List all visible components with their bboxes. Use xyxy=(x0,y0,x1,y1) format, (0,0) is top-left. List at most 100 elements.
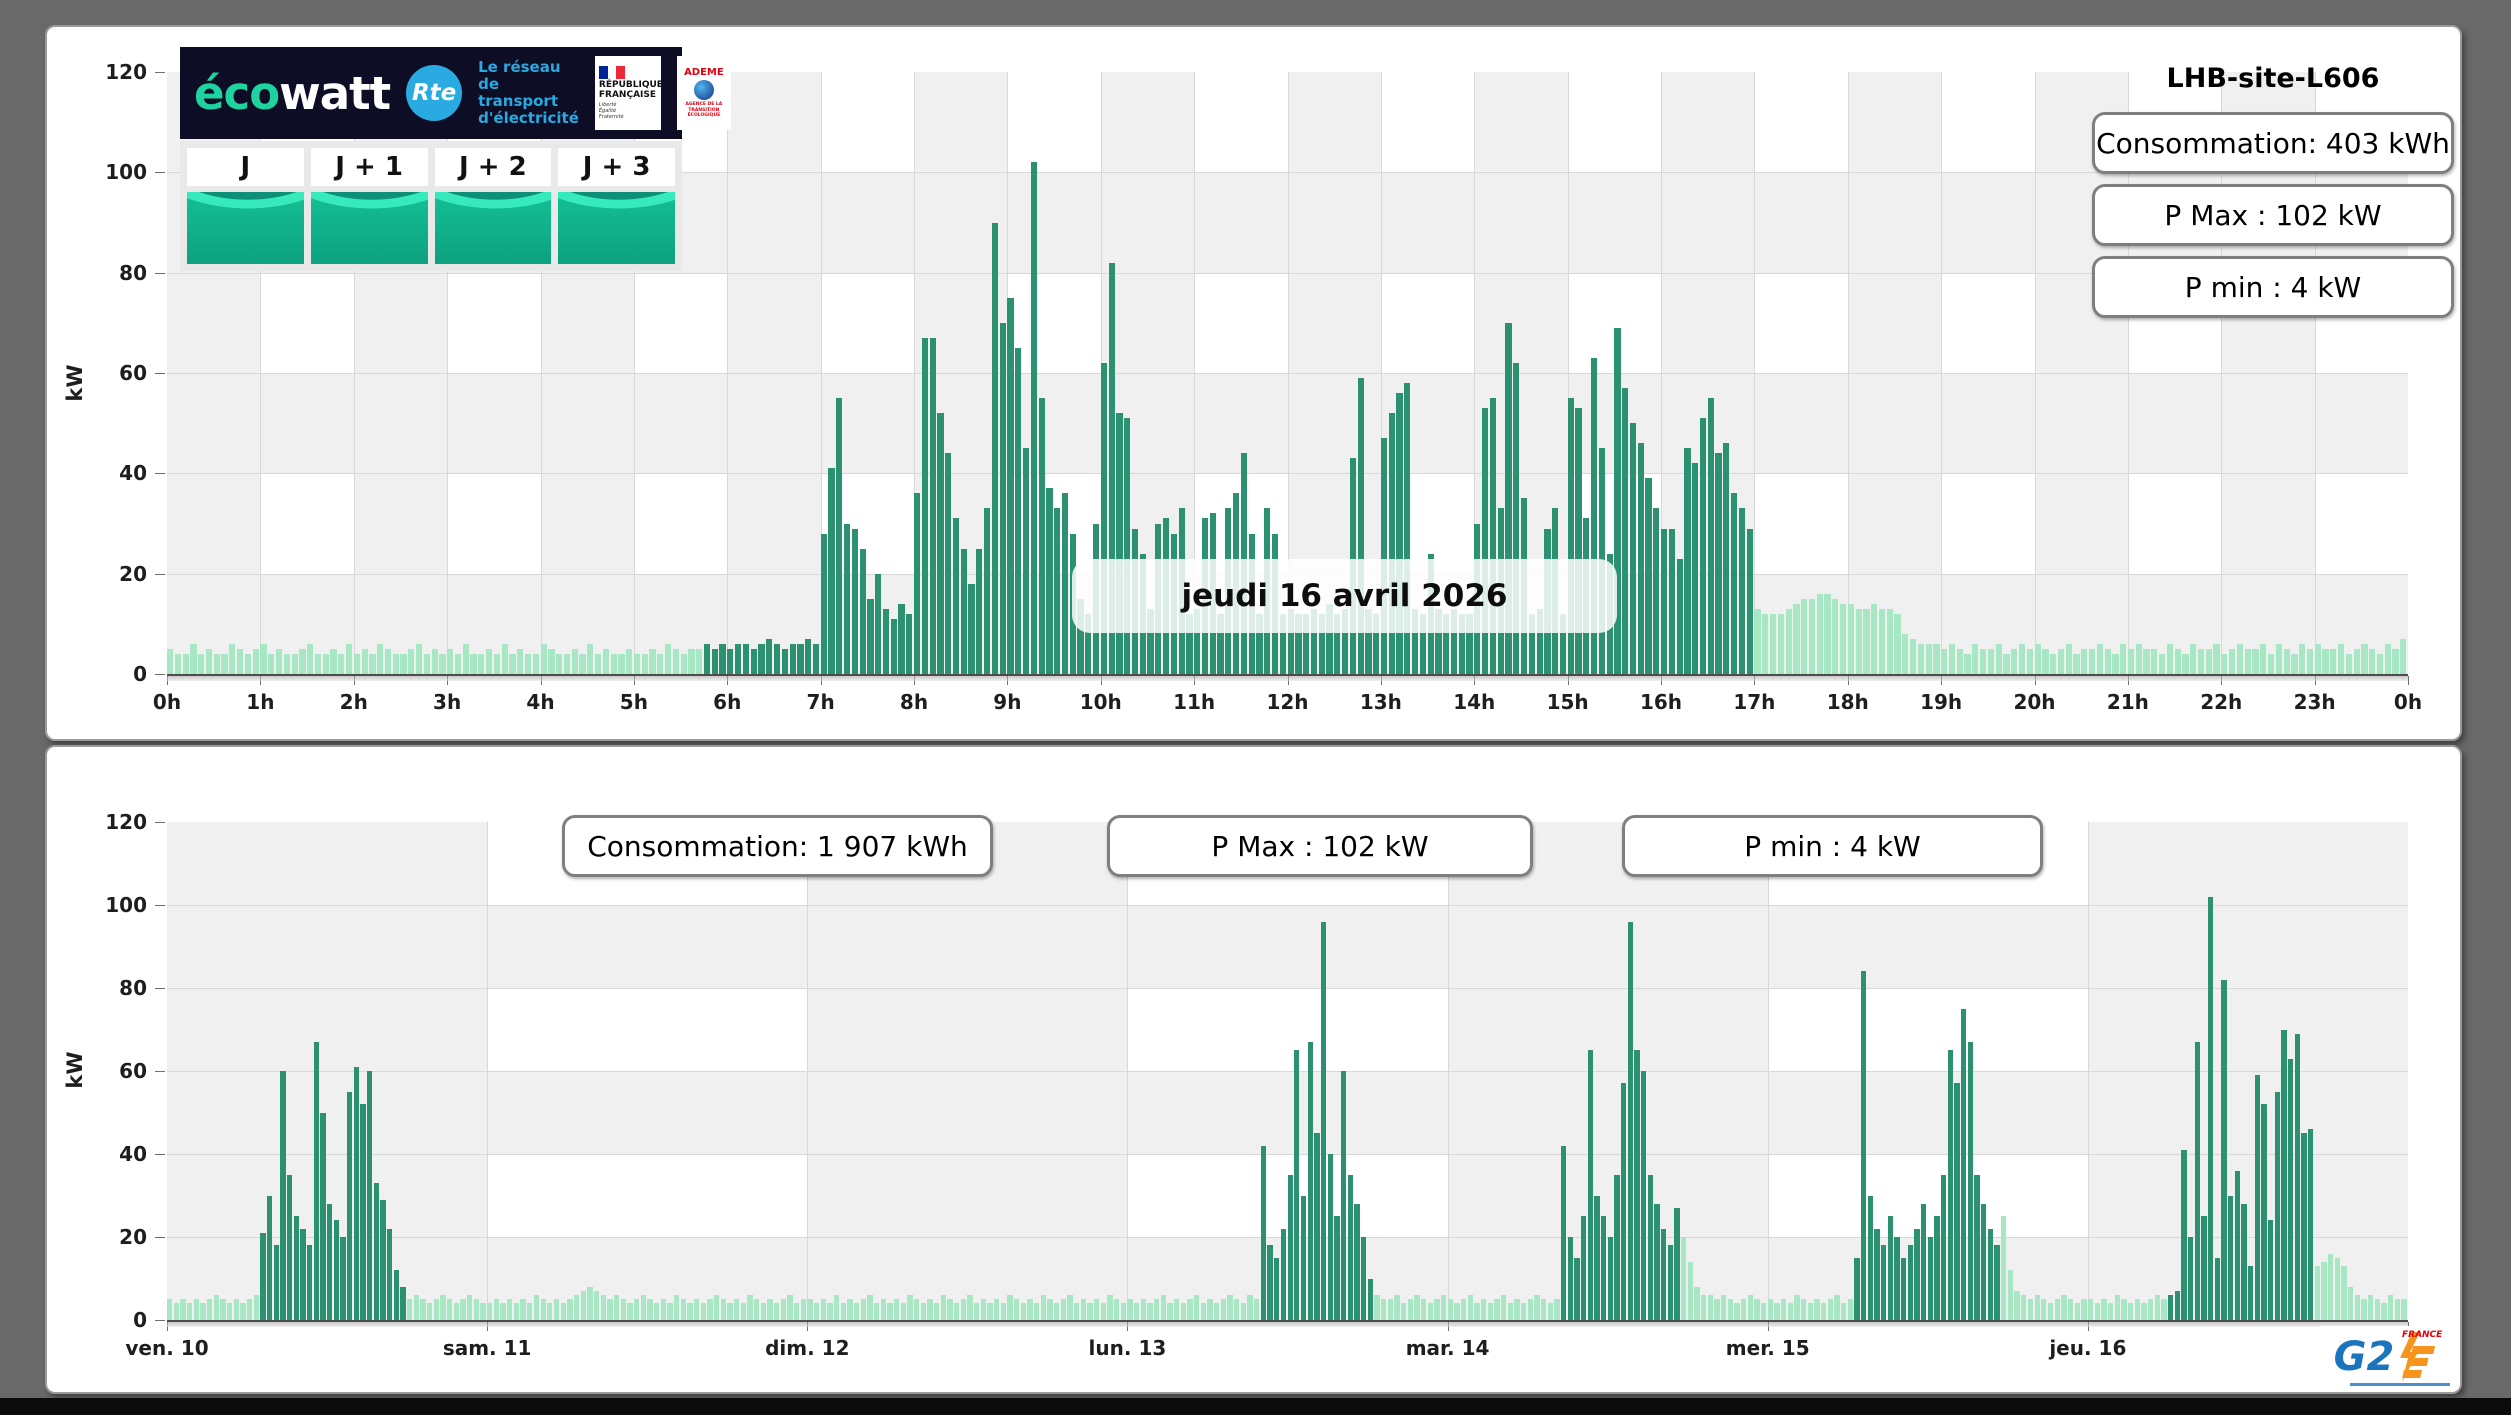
bar[interactable] xyxy=(227,1303,233,1320)
bar[interactable] xyxy=(2254,1075,2260,1320)
bar[interactable] xyxy=(1681,1237,1687,1320)
bar[interactable] xyxy=(433,1299,440,1320)
bar[interactable] xyxy=(579,653,586,674)
bar[interactable] xyxy=(707,1299,713,1320)
bar[interactable] xyxy=(1074,1303,1080,1320)
bar[interactable] xyxy=(1754,608,1761,674)
bar[interactable] xyxy=(660,1299,666,1320)
bar[interactable] xyxy=(1894,1237,1900,1320)
bar[interactable] xyxy=(587,1286,593,1320)
bar[interactable] xyxy=(742,643,750,674)
bar[interactable] xyxy=(2127,1303,2134,1320)
bar[interactable] xyxy=(567,1299,573,1320)
bar[interactable] xyxy=(805,638,812,674)
bar[interactable] xyxy=(1841,1303,1847,1320)
bar[interactable] xyxy=(291,653,298,674)
bar[interactable] xyxy=(2341,1266,2347,1320)
bar[interactable] xyxy=(1267,1245,1273,1320)
bar[interactable] xyxy=(333,1220,340,1320)
bar[interactable] xyxy=(1340,1071,1347,1320)
bar[interactable] xyxy=(1614,1174,1620,1320)
bar[interactable] xyxy=(984,508,991,674)
bar[interactable] xyxy=(1374,1295,1380,1320)
bar[interactable] xyxy=(520,1299,526,1320)
bar[interactable] xyxy=(2330,648,2337,674)
bar[interactable] xyxy=(2283,648,2290,674)
bar[interactable] xyxy=(353,1066,360,1320)
bar[interactable] xyxy=(1839,603,1847,674)
bar[interactable] xyxy=(2151,648,2158,674)
bar[interactable] xyxy=(571,648,578,674)
bar[interactable] xyxy=(700,1303,706,1320)
bar[interactable] xyxy=(1414,1295,1420,1320)
bar[interactable] xyxy=(182,653,189,674)
bar[interactable] xyxy=(1894,613,1901,674)
bar[interactable] xyxy=(920,1303,926,1320)
bar[interactable] xyxy=(2294,1033,2300,1320)
bar[interactable] xyxy=(205,648,213,674)
bar[interactable] xyxy=(1907,1245,1914,1320)
bar[interactable] xyxy=(1941,1174,1947,1320)
bar[interactable] xyxy=(533,1295,540,1320)
bar[interactable] xyxy=(322,653,329,674)
bar[interactable] xyxy=(2213,643,2220,674)
bar[interactable] xyxy=(2381,1303,2387,1320)
bar[interactable] xyxy=(347,1091,353,1320)
bar[interactable] xyxy=(1807,1303,1814,1320)
bar[interactable] xyxy=(2337,643,2345,674)
bar[interactable] xyxy=(1627,921,1633,1320)
bar[interactable] xyxy=(2034,643,2041,674)
bar[interactable] xyxy=(470,653,477,674)
bar[interactable] xyxy=(1487,1303,1493,1320)
weekly-chart-plot[interactable]: ven. 10 sam. 11 dim. 12 lun. 13 mar. 14 mer. … xyxy=(105,810,2409,1360)
bar[interactable] xyxy=(713,1295,720,1320)
bar[interactable] xyxy=(672,648,679,674)
bar[interactable] xyxy=(954,1303,960,1320)
bar[interactable] xyxy=(1956,648,1963,674)
bar[interactable] xyxy=(2096,643,2103,674)
bar[interactable] xyxy=(781,648,788,674)
bar[interactable] xyxy=(200,1303,206,1320)
bar[interactable] xyxy=(1187,1299,1193,1320)
bar[interactable] xyxy=(593,1290,600,1320)
bar[interactable] xyxy=(2354,1295,2360,1320)
bar[interactable] xyxy=(657,653,664,674)
bar[interactable] xyxy=(1047,1299,1053,1320)
bar[interactable] xyxy=(547,1303,553,1320)
bar[interactable] xyxy=(198,653,205,674)
bar[interactable] xyxy=(1247,1295,1253,1320)
bar[interactable] xyxy=(1600,1216,1607,1320)
bar[interactable] xyxy=(1902,633,1909,674)
bar[interactable] xyxy=(1933,643,1940,674)
bar[interactable] xyxy=(2182,653,2189,674)
bar[interactable] xyxy=(1167,1303,1173,1320)
bar[interactable] xyxy=(2174,1290,2180,1320)
bar[interactable] xyxy=(1832,598,1839,674)
bar[interactable] xyxy=(1738,508,1746,674)
bar[interactable] xyxy=(387,1228,393,1320)
bar[interactable] xyxy=(753,1299,760,1320)
bar[interactable] xyxy=(1580,1216,1587,1320)
bar[interactable] xyxy=(1427,1303,1433,1320)
bar[interactable] xyxy=(500,1303,506,1320)
bar[interactable] xyxy=(2267,653,2275,674)
bar[interactable] xyxy=(1120,1303,1127,1320)
bar[interactable] xyxy=(1801,1299,1807,1320)
bar[interactable] xyxy=(987,1303,993,1320)
bar[interactable] xyxy=(1387,1299,1393,1320)
bar[interactable] xyxy=(314,653,322,674)
bar[interactable] xyxy=(307,643,314,674)
bar[interactable] xyxy=(867,598,874,674)
bar[interactable] xyxy=(283,653,290,674)
bar[interactable] xyxy=(267,1195,273,1320)
bar[interactable] xyxy=(991,222,999,674)
bar[interactable] xyxy=(2101,1299,2107,1320)
bar[interactable] xyxy=(640,1295,646,1320)
bar[interactable] xyxy=(573,1295,580,1320)
bar[interactable] xyxy=(921,337,928,674)
bar[interactable] xyxy=(1731,493,1738,674)
bar[interactable] xyxy=(945,453,952,674)
bar[interactable] xyxy=(914,1299,920,1320)
bar[interactable] xyxy=(680,653,687,674)
bar[interactable] xyxy=(1354,1203,1360,1320)
